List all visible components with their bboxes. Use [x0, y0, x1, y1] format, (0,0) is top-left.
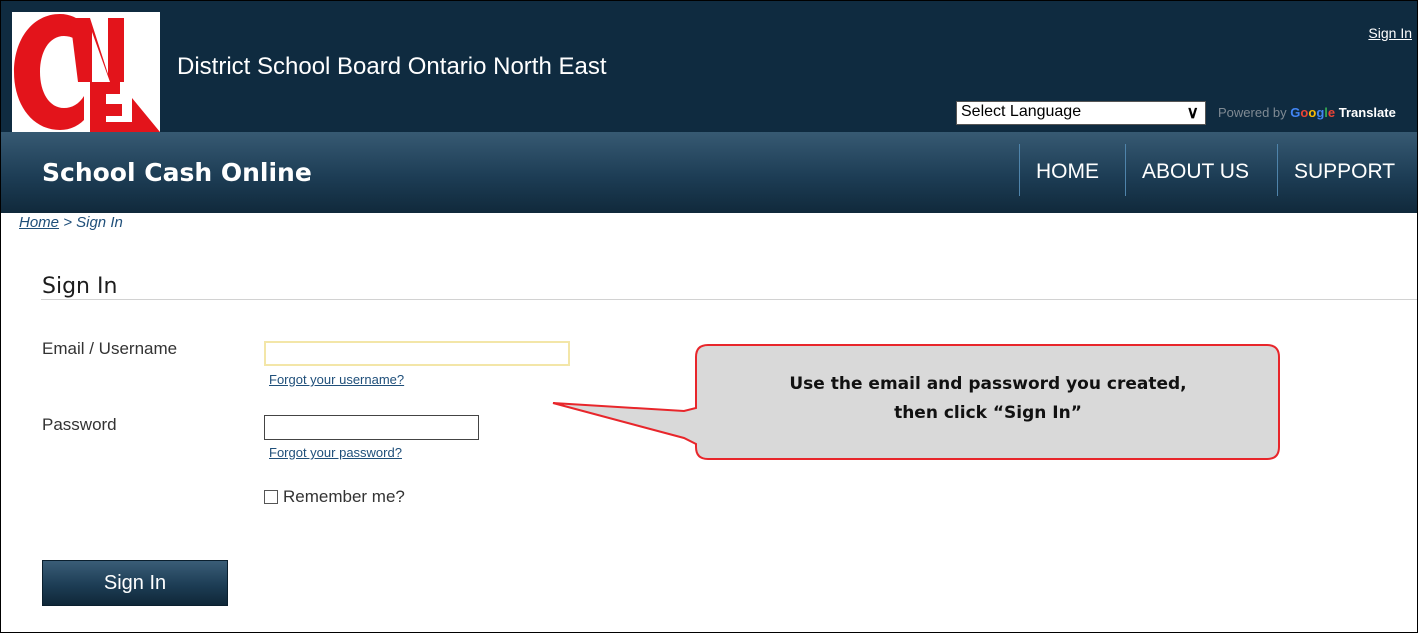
callout-line-1: Use the email and password you created, [789, 374, 1187, 394]
page-frame: District School Board Ontario North East… [0, 0, 1418, 633]
callout-bubble [552, 344, 1280, 460]
callout-text: Use the email and password you created, … [698, 370, 1278, 428]
callout-line-2: then click “Sign In” [894, 403, 1082, 423]
